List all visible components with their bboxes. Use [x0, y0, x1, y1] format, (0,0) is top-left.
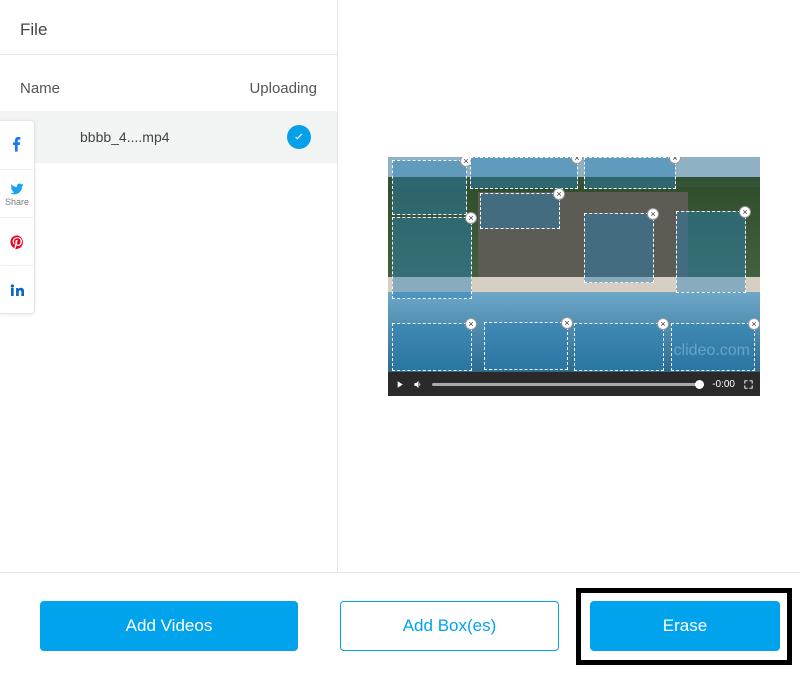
selection-box[interactable]: ×: [392, 160, 467, 215]
linkedin-share[interactable]: [0, 265, 34, 313]
file-name: bbbb_4....mp4: [80, 129, 170, 145]
selection-box[interactable]: ×: [671, 323, 755, 371]
selection-box[interactable]: ×: [574, 323, 664, 371]
add-boxes-button[interactable]: Add Box(es): [340, 601, 559, 651]
bottom-bar: Add Videos Add Box(es) Erase: [0, 572, 800, 683]
selection-box[interactable]: ×: [392, 217, 472, 299]
close-icon[interactable]: ×: [561, 317, 573, 329]
file-list-header: Name Uploading: [0, 80, 337, 111]
close-icon[interactable]: ×: [657, 318, 669, 330]
twitter-icon: [9, 181, 25, 197]
linkedin-icon: [9, 282, 25, 298]
col-status: Uploading: [249, 80, 317, 97]
selection-box[interactable]: ×: [676, 211, 746, 293]
close-icon[interactable]: ×: [553, 188, 565, 200]
selection-box[interactable]: ×: [392, 323, 472, 371]
twitter-share[interactable]: Share: [0, 169, 34, 217]
close-icon[interactable]: ×: [465, 212, 477, 224]
video-preview[interactable]: clideo.com ××××××××××× -0:00: [388, 157, 760, 396]
selection-box[interactable]: ×: [584, 213, 654, 283]
selection-box[interactable]: ×: [484, 322, 568, 370]
pinterest-icon: [9, 234, 25, 250]
erase-button[interactable]: Erase: [590, 601, 780, 651]
preview-area: clideo.com ××××××××××× -0:00: [338, 0, 800, 572]
video-controls: -0:00: [388, 372, 760, 396]
close-icon[interactable]: ×: [748, 318, 760, 330]
share-label: Share: [5, 197, 29, 207]
selection-box[interactable]: ×: [470, 157, 578, 189]
col-name: Name: [20, 80, 60, 97]
volume-icon[interactable]: [413, 379, 424, 390]
fullscreen-icon[interactable]: [743, 379, 754, 390]
time-remaining: -0:00: [712, 379, 735, 390]
close-icon[interactable]: ×: [465, 318, 477, 330]
selection-box[interactable]: ×: [584, 157, 676, 189]
play-icon[interactable]: [394, 379, 405, 390]
file-sidebar: File Name Uploading bbbb_4....mp4: [0, 0, 338, 572]
seek-bar[interactable]: [432, 383, 704, 386]
close-icon[interactable]: ×: [739, 206, 751, 218]
file-header: File: [0, 0, 337, 55]
social-share-tray: Share: [0, 120, 35, 314]
file-row[interactable]: bbbb_4....mp4: [0, 111, 337, 163]
pinterest-share[interactable]: [0, 217, 34, 265]
facebook-share[interactable]: [0, 121, 34, 169]
add-videos-button[interactable]: Add Videos: [40, 601, 298, 651]
facebook-icon: [9, 137, 25, 153]
close-icon[interactable]: ×: [647, 208, 659, 220]
check-icon: [287, 125, 311, 149]
selection-box[interactable]: ×: [480, 193, 560, 229]
